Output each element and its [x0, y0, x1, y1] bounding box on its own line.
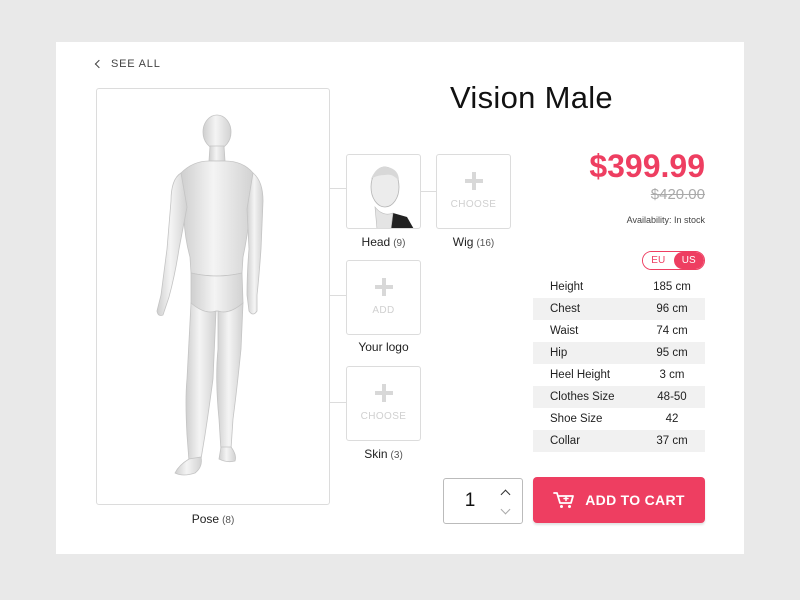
wig-option[interactable]: CHOOSE — [436, 154, 511, 229]
plus-icon — [374, 278, 393, 296]
unit-toggle: EU US — [642, 251, 705, 270]
size-value: 37 cm — [656, 435, 688, 447]
logo-label: Your logo — [358, 340, 409, 354]
pose-caption: Pose (8) — [96, 512, 330, 526]
size-value: 3 cm — [659, 369, 685, 381]
logo-caption: Your logo — [341, 340, 426, 354]
connector-line — [330, 295, 346, 296]
plus-icon — [374, 384, 393, 402]
table-row: Collar 37 cm — [533, 430, 705, 452]
skin-label: Skin — [364, 447, 388, 461]
product-title: Vision Male — [450, 80, 613, 115]
size-value: 185 cm — [653, 281, 691, 293]
head-caption: Head (9) — [346, 235, 421, 249]
size-name: Waist — [550, 325, 579, 337]
add-to-cart-label: ADD TO CART — [585, 492, 685, 508]
head-count: (9) — [393, 238, 406, 249]
pose-preview[interactable] — [96, 88, 330, 505]
size-name: Collar — [550, 435, 581, 447]
table-row: Hip 95 cm — [533, 342, 705, 364]
connector-line — [421, 191, 436, 192]
wig-caption: Wig (16) — [436, 235, 511, 249]
pose-label: Pose — [191, 512, 220, 526]
chevron-up-icon[interactable] — [499, 487, 513, 499]
table-row: Height 185 cm — [533, 276, 705, 298]
size-table: Height 185 cm Chest 96 cm Waist 74 cm Hip 95… — [533, 276, 705, 452]
size-value: 96 cm — [656, 303, 688, 315]
availability-status: Availability: In stock — [626, 215, 705, 225]
logo-slot-text: ADD — [372, 305, 395, 316]
see-all-link[interactable]: SEE ALL — [94, 58, 161, 70]
size-name: Clothes Size — [550, 391, 615, 403]
size-name: Shoe Size — [550, 413, 603, 425]
head-label: Head — [361, 235, 391, 249]
table-row: Waist 74 cm — [533, 320, 705, 342]
logo-option[interactable]: ADD — [346, 260, 421, 335]
wig-slot-text: CHOOSE — [450, 199, 497, 210]
head-thumbnail — [370, 166, 414, 228]
plus-icon — [464, 172, 483, 190]
chevron-left-icon — [94, 59, 104, 69]
skin-count: (3) — [390, 450, 403, 461]
table-row: Chest 96 cm — [533, 298, 705, 320]
wig-label: Wig — [452, 235, 474, 249]
chevron-down-icon[interactable] — [499, 505, 513, 517]
size-name: Hip — [550, 347, 568, 359]
mannequin-image — [156, 114, 264, 476]
size-value: 74 cm — [656, 325, 688, 337]
skin-caption: Skin (3) — [346, 447, 421, 461]
unit-eu-button[interactable]: EU — [643, 252, 674, 269]
connector-line — [330, 188, 346, 189]
old-price: $420.00 — [650, 186, 705, 203]
size-value: 48-50 — [657, 391, 687, 403]
product-price: $399.99 — [589, 148, 705, 184]
pose-count: (8) — [222, 515, 235, 526]
wig-count: (16) — [476, 238, 495, 249]
see-all-label: SEE ALL — [111, 58, 161, 70]
size-value: 42 — [665, 413, 679, 425]
table-row: Clothes Size 48-50 — [533, 386, 705, 408]
cart-icon — [553, 492, 575, 508]
size-name: Chest — [550, 303, 581, 315]
skin-slot-text: CHOOSE — [360, 411, 407, 422]
unit-us-button[interactable]: US — [673, 252, 704, 269]
quantity-input[interactable]: 1 — [444, 479, 496, 523]
skin-option[interactable]: CHOOSE — [346, 366, 421, 441]
head-option[interactable] — [346, 154, 421, 229]
size-value: 95 cm — [656, 347, 688, 359]
table-row: Shoe Size 42 — [533, 408, 705, 430]
connector-line — [330, 402, 346, 403]
size-name: Heel Height — [550, 369, 611, 381]
table-row: Heel Height 3 cm — [533, 364, 705, 386]
add-to-cart-button[interactable]: ADD TO CART — [533, 477, 705, 523]
size-name: Height — [550, 281, 584, 293]
quantity-stepper: 1 — [443, 478, 523, 524]
